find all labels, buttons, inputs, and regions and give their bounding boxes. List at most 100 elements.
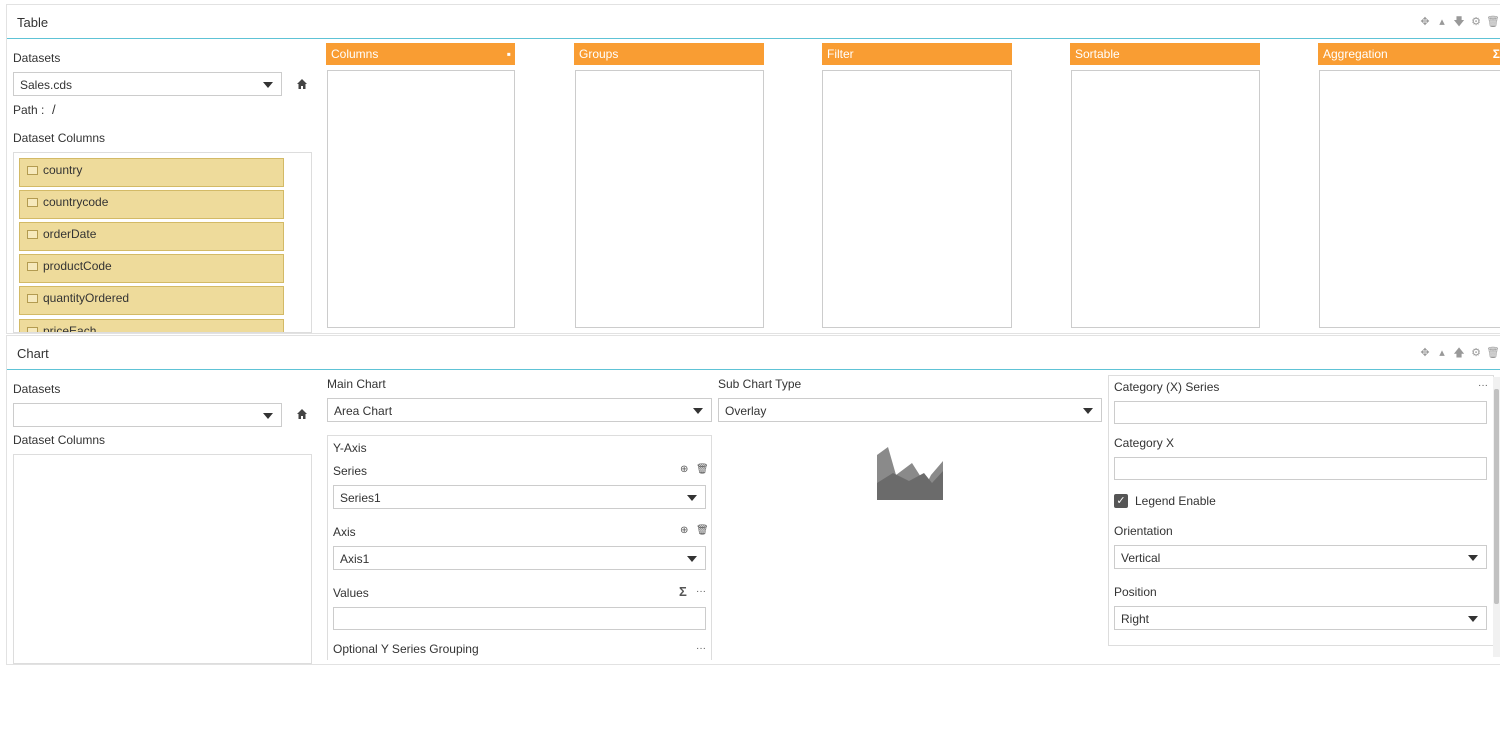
- groups-zone-header: Groups: [574, 43, 764, 65]
- home-icon[interactable]: [296, 408, 308, 420]
- chart-dataset-columns-label: Dataset Columns: [13, 433, 106, 447]
- position-label: Position: [1114, 585, 1157, 599]
- move-icon[interactable]: ✥: [1418, 346, 1432, 360]
- values-input[interactable]: [333, 607, 706, 630]
- grouping-label: Optional Y Series Grouping: [333, 642, 479, 656]
- caret-up-icon[interactable]: ▴: [1435, 346, 1449, 360]
- sigma-icon[interactable]: Σ: [1493, 47, 1500, 61]
- trash-icon[interactable]: 🗑: [1486, 15, 1500, 29]
- orientation-label: Orientation: [1114, 524, 1173, 538]
- category-series-label: Category (X) Series: [1114, 380, 1220, 394]
- arrow-down-icon[interactable]: 🡇: [1452, 15, 1466, 29]
- values-label: Values: [333, 586, 369, 600]
- axis-select[interactable]: Axis1: [333, 546, 706, 570]
- columns-zone-label: Columns: [331, 47, 379, 61]
- list-item[interactable]: country: [19, 158, 284, 187]
- move-icon[interactable]: ✥: [1418, 15, 1432, 29]
- trash-icon[interactable]: 🗑: [696, 525, 709, 536]
- main-chart-value: Area Chart: [334, 404, 393, 418]
- table-dataset-columns-label: Dataset Columns: [13, 131, 106, 145]
- settings-scrollbar[interactable]: [1493, 377, 1500, 657]
- chart-dataset-columns-list[interactable]: [13, 454, 312, 664]
- list-item[interactable]: priceEach: [19, 319, 284, 333]
- orientation-select[interactable]: Vertical: [1114, 545, 1487, 569]
- gear-icon[interactable]: ⚙: [1469, 15, 1483, 29]
- chevron-down-icon: [693, 408, 703, 414]
- position-select[interactable]: Right: [1114, 606, 1487, 630]
- list-item[interactable]: quantityOrdered: [19, 286, 284, 315]
- filter-zone-header: Filter: [822, 43, 1012, 65]
- y-axis-title: Y-Axis: [333, 441, 367, 455]
- chart-datasets-label: Datasets: [13, 382, 61, 396]
- category-x-input[interactable]: [1114, 457, 1487, 480]
- table-panel-title: Table: [17, 15, 49, 30]
- more-icon[interactable]: ···: [696, 586, 706, 597]
- chevron-down-icon: [687, 556, 697, 562]
- comment-icon[interactable]: ▪: [507, 47, 511, 61]
- trash-icon[interactable]: 🗑: [696, 464, 709, 475]
- chevron-down-icon: [263, 413, 273, 419]
- table-dataset-select[interactable]: Sales.cds: [13, 72, 282, 96]
- column-icon: [27, 197, 38, 207]
- arrow-up-icon[interactable]: 🡅: [1452, 346, 1466, 360]
- filter-drop-zone[interactable]: [822, 70, 1012, 328]
- legend-enable-checkbox[interactable]: ✓: [1114, 494, 1128, 508]
- path-label: Path :: [13, 103, 45, 117]
- table-datasets-label: Datasets: [13, 51, 61, 65]
- aggregation-drop-zone[interactable]: [1319, 70, 1500, 328]
- position-value: Right: [1121, 612, 1150, 626]
- add-circle-icon[interactable]: ⊕: [680, 464, 688, 475]
- table-panel-header: Table ✥ ▴ 🡇 ⚙ 🗑: [7, 5, 1500, 39]
- column-label: productCode: [43, 259, 112, 273]
- series-label: Series: [333, 464, 368, 478]
- list-item[interactable]: orderDate: [19, 222, 284, 251]
- more-icon[interactable]: ···: [1478, 380, 1488, 391]
- series-value: Series1: [340, 491, 381, 505]
- sigma-icon[interactable]: Σ: [679, 584, 687, 599]
- sortable-zone-header: Sortable: [1070, 43, 1260, 65]
- sub-chart-type-label: Sub Chart Type: [718, 377, 802, 391]
- orientation-value: Vertical: [1121, 551, 1161, 565]
- category-series-input[interactable]: [1114, 401, 1487, 424]
- column-icon: [27, 165, 38, 175]
- column-icon: [27, 229, 38, 239]
- main-chart-select[interactable]: Area Chart: [327, 398, 712, 422]
- groups-zone-label: Groups: [579, 47, 619, 61]
- aggregation-zone-label: Aggregation: [1323, 47, 1388, 61]
- chart-panel-title: Chart: [17, 346, 49, 361]
- sub-chart-type-select[interactable]: Overlay: [718, 398, 1102, 422]
- area-chart-preview-icon: [877, 447, 943, 500]
- home-icon[interactable]: [296, 78, 308, 90]
- column-icon: [27, 326, 38, 332]
- column-icon: [27, 293, 38, 303]
- columns-drop-zone[interactable]: [327, 70, 515, 328]
- chart-dataset-select[interactable]: [13, 403, 282, 427]
- column-label: priceEach: [43, 324, 97, 333]
- chart-panel-header: Chart ✥ ▴ 🡅 ⚙ 🗑: [7, 336, 1500, 370]
- list-item[interactable]: countrycode: [19, 190, 284, 219]
- scrollbar-thumb[interactable]: [1494, 389, 1499, 604]
- path-value: /: [52, 102, 56, 117]
- more-icon[interactable]: ···: [696, 643, 706, 654]
- legend-enable-label: Legend Enable: [1135, 494, 1216, 508]
- column-icon: [27, 261, 38, 271]
- axis-label: Axis: [333, 525, 356, 539]
- axis-value: Axis1: [340, 552, 370, 566]
- caret-up-icon[interactable]: ▴: [1435, 15, 1449, 29]
- groups-drop-zone[interactable]: [575, 70, 764, 328]
- column-label: country: [43, 163, 83, 177]
- chevron-down-icon: [1468, 616, 1478, 622]
- chevron-down-icon: [263, 82, 273, 88]
- chart-panel-tools: ✥ ▴ 🡅 ⚙ 🗑: [1418, 346, 1500, 360]
- trash-icon[interactable]: 🗑: [1486, 346, 1500, 360]
- gear-icon[interactable]: ⚙: [1469, 346, 1483, 360]
- category-x-label: Category X: [1114, 436, 1175, 450]
- sortable-drop-zone[interactable]: [1071, 70, 1260, 328]
- sub-chart-type-value: Overlay: [725, 404, 767, 418]
- list-item[interactable]: productCode: [19, 254, 284, 283]
- add-circle-icon[interactable]: ⊕: [680, 525, 688, 536]
- table-dataset-columns-list[interactable]: country countrycode orderDate productCod…: [13, 152, 312, 333]
- series-select[interactable]: Series1: [333, 485, 706, 509]
- table-dataset-value: Sales.cds: [20, 78, 73, 92]
- column-label: countrycode: [43, 195, 109, 209]
